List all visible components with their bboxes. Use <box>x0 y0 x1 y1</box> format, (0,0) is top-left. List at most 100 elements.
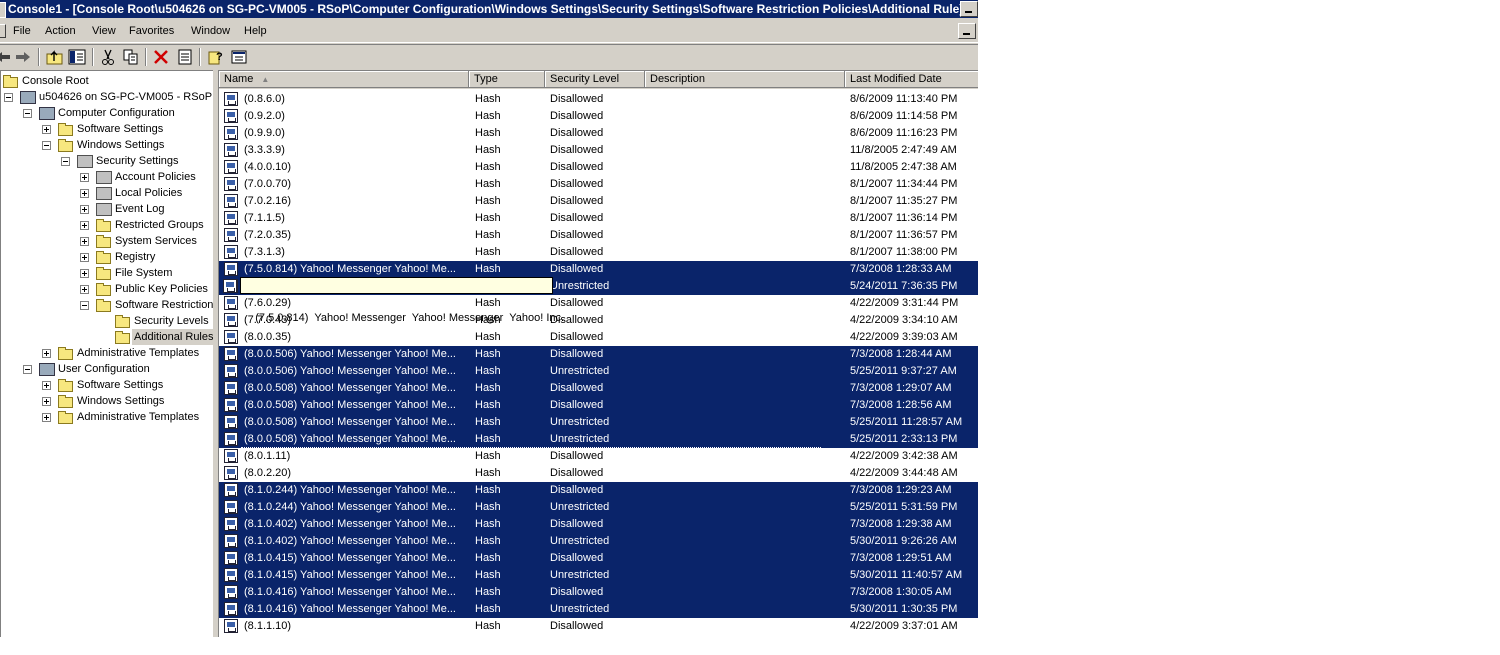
collapse-icon[interactable] <box>4 93 13 102</box>
document-control-icon[interactable] <box>0 24 6 38</box>
table-row[interactable]: (7.0.2.16) Hash Disallowed 8/1/2007 11:35:2… <box>219 193 978 210</box>
forward-arrow-icon[interactable] <box>14 48 32 66</box>
expand-icon[interactable] <box>80 173 89 182</box>
expand-icon[interactable] <box>80 269 89 278</box>
table-row[interactable]: (8.0.2.20) Hash Disallowed 4/22/2009 3:44:4… <box>219 465 978 482</box>
menu-help[interactable]: Help <box>244 25 267 37</box>
expand-icon[interactable] <box>42 397 51 406</box>
table-row[interactable]: (8.1.0.402) Yahoo! Messenger Yahoo! Me..… <box>219 533 978 550</box>
tree-node[interactable]: Computer Configuration <box>1 105 213 121</box>
column-header-last-modified[interactable]: Last Modified Date <box>845 71 978 88</box>
expand-icon[interactable] <box>80 221 89 230</box>
expand-icon[interactable] <box>80 237 89 246</box>
table-row[interactable]: (8.1.0.415) Yahoo! Messenger Yahoo! Me..… <box>219 567 978 584</box>
collapse-icon[interactable] <box>61 157 70 166</box>
table-row[interactable]: (8.1.0.416) Yahoo! Messenger Yahoo! Me..… <box>219 584 978 601</box>
table-row[interactable]: (7.0.0.70) Hash Disallowed 8/1/2007 11:34:4… <box>219 176 978 193</box>
folder-icon <box>115 315 130 328</box>
column-header-description[interactable]: Description <box>645 71 845 88</box>
expand-icon[interactable] <box>80 205 89 214</box>
table-row[interactable]: (0.9.9.0) Hash Disallowed 8/6/2009 11:16:23… <box>219 125 978 142</box>
child-minimize-button[interactable] <box>958 23 976 39</box>
table-row[interactable]: (4.0.0.10) Hash Disallowed 11/8/2005 2:47:3… <box>219 159 978 176</box>
tree-node[interactable]: Windows Settings <box>1 137 213 153</box>
menu-file[interactable]: File <box>13 25 31 37</box>
table-row[interactable]: (8.0.0.506) Yahoo! Messenger Yahoo! Me..… <box>219 363 978 380</box>
console-tree[interactable]: Console Root u504626 on SG-PC-VM005 - RSo… <box>0 70 214 637</box>
table-row[interactable]: (8.0.0.508) Yahoo! Messenger Yahoo! Me..… <box>219 380 978 397</box>
menu-view[interactable]: View <box>92 25 116 37</box>
tree-node[interactable]: Security Settings <box>1 153 213 169</box>
table-row[interactable]: (8.1.0.244) Yahoo! Messenger Yahoo! Me..… <box>219 499 978 516</box>
table-row[interactable]: (8.0.1.11) Hash Disallowed 4/22/2009 3:42:3… <box>219 448 978 465</box>
menu-action[interactable]: Action <box>45 25 76 37</box>
expand-icon[interactable] <box>80 285 89 294</box>
table-row[interactable]: (8.1.0.244) Yahoo! Messenger Yahoo! Me..… <box>219 482 978 499</box>
tree-node[interactable]: Software Restriction P <box>1 297 213 313</box>
table-row[interactable]: (7.1.1.5) Hash Disallowed 8/1/2007 11:36:14… <box>219 210 978 227</box>
column-header-type[interactable]: Type <box>469 71 545 88</box>
expand-icon[interactable] <box>42 413 51 422</box>
title-bar[interactable]: Console1 - [Console Root\u504626 on SG-P… <box>0 0 978 18</box>
table-row[interactable]: (8.0.0.506) Yahoo! Messenger Yahoo! Me..… <box>219 346 978 363</box>
table-row[interactable]: (0.9.2.0) Hash Disallowed 8/6/2009 11:14:58… <box>219 108 978 125</box>
tree-node[interactable]: Administrative Templates <box>1 409 213 425</box>
table-row[interactable]: (7.3.1.3) Hash Disallowed 8/1/2007 11:38:00… <box>219 244 978 261</box>
show-hide-action-pane-icon[interactable] <box>230 48 248 66</box>
column-header-name[interactable]: Name ▲ <box>219 71 469 88</box>
collapse-icon[interactable] <box>23 365 32 374</box>
tree-node[interactable]: System Services <box>1 233 213 249</box>
tree-node[interactable]: Local Policies <box>1 185 213 201</box>
back-arrow-icon[interactable] <box>0 48 12 66</box>
table-row[interactable]: (0.8.6.0) Hash Disallowed 8/6/2009 11:13:40… <box>219 91 978 108</box>
up-one-level-icon[interactable] <box>46 48 64 66</box>
tree-node[interactable]: File System <box>1 265 213 281</box>
minimize-button[interactable] <box>960 1 978 17</box>
expand-icon[interactable] <box>42 349 51 358</box>
help-icon[interactable]: ? <box>207 48 225 66</box>
collapse-icon[interactable] <box>42 141 51 150</box>
tree-node[interactable]: Security Levels <box>1 313 213 329</box>
table-row[interactable]: (8.0.0.508) Yahoo! Messenger Yahoo! Me..… <box>219 431 978 448</box>
table-row[interactable]: (7.5.0.814) Yahoo! Messenger Yahoo! Me..… <box>219 261 978 278</box>
expand-icon[interactable] <box>42 125 51 134</box>
tree-node[interactable]: Event Log <box>1 201 213 217</box>
table-row[interactable]: (8.0.0.35) Hash Disallowed 4/22/2009 3:39:0… <box>219 329 978 346</box>
collapse-icon[interactable] <box>80 301 89 310</box>
tree-node[interactable]: u504626 on SG-PC-VM005 - RSoP <box>1 89 213 105</box>
tree-node[interactable]: Registry <box>1 249 213 265</box>
table-row[interactable]: (8.1.0.415) Yahoo! Messenger Yahoo! Me..… <box>219 550 978 567</box>
tree-node[interactable]: Public Key Policies <box>1 281 213 297</box>
menu-window[interactable]: Window <box>191 25 230 37</box>
console-app-icon[interactable] <box>0 2 6 18</box>
expand-icon[interactable] <box>80 253 89 262</box>
menu-favorites[interactable]: Favorites <box>129 25 174 37</box>
tree-node[interactable]: Additional Rules <box>1 329 213 345</box>
tree-node[interactable]: Console Root <box>1 73 213 89</box>
tree-node[interactable]: Administrative Templates <box>1 345 213 361</box>
tree-node[interactable]: Restricted Groups <box>1 217 213 233</box>
tree-node[interactable]: Account Policies <box>1 169 213 185</box>
table-row[interactable]: (8.1.0.402) Yahoo! Messenger Yahoo! Me..… <box>219 516 978 533</box>
cell-type: Hash <box>475 161 501 173</box>
tree-node[interactable]: Windows Settings <box>1 393 213 409</box>
table-row[interactable]: (8.1.0.416) Yahoo! Messenger Yahoo! Me..… <box>219 601 978 618</box>
tree-node[interactable]: User Configuration <box>1 361 213 377</box>
details-list[interactable]: Name ▲ Type Security Level Description La… <box>218 70 978 637</box>
copy-icon[interactable] <box>122 48 140 66</box>
table-row[interactable]: (7.2.0.35) Hash Disallowed 8/1/2007 11:36:5… <box>219 227 978 244</box>
column-header-security-level[interactable]: Security Level <box>545 71 645 88</box>
cut-icon[interactable] <box>99 48 117 66</box>
tree-node[interactable]: Software Settings <box>1 121 213 137</box>
delete-icon[interactable] <box>152 48 170 66</box>
table-row[interactable]: (3.3.3.9) Hash Disallowed 11/8/2005 2:47:49… <box>219 142 978 159</box>
tree-node[interactable]: Software Settings <box>1 377 213 393</box>
expand-icon[interactable] <box>42 381 51 390</box>
table-row[interactable]: (8.1.1.10) Hash Disallowed 4/22/2009 3:37:0… <box>219 618 978 635</box>
table-row[interactable]: (8.0.0.508) Yahoo! Messenger Yahoo! Me..… <box>219 414 978 431</box>
show-hide-tree-icon[interactable] <box>68 48 86 66</box>
expand-icon[interactable] <box>80 189 89 198</box>
export-list-icon[interactable] <box>176 48 194 66</box>
collapse-icon[interactable] <box>23 109 32 118</box>
table-row[interactable]: (8.0.0.508) Yahoo! Messenger Yahoo! Me..… <box>219 397 978 414</box>
